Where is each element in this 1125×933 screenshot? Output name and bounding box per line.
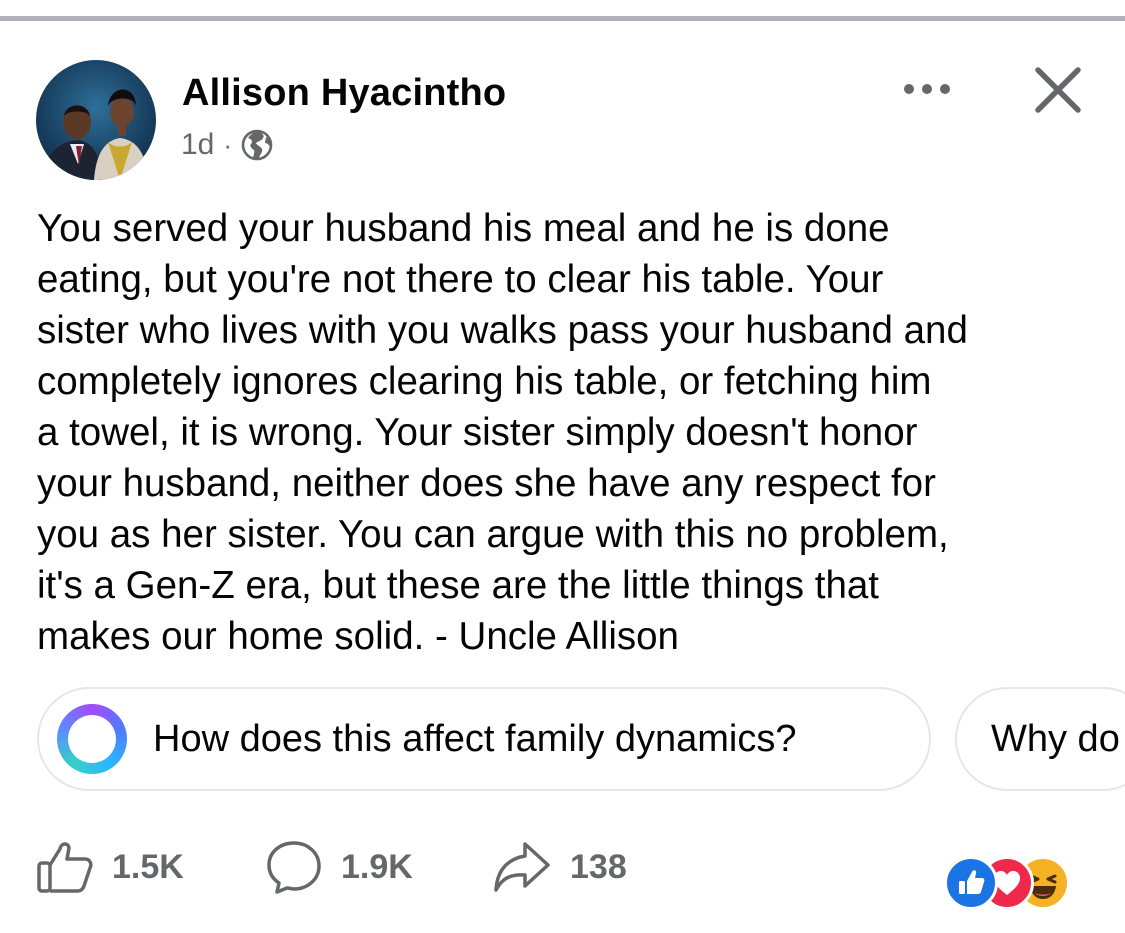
suggested-question-chip[interactable]: How does this affect family dynamics? [37,687,931,791]
reactions-summary[interactable] [944,856,1094,910]
share-count: 138 [570,847,627,886]
comment-button[interactable]: 1.9K [265,838,413,896]
close-icon[interactable] [1030,62,1086,118]
post-line: a towel, it is wrong. Your sister simply… [37,411,918,454]
like-count: 1.5K [112,847,184,886]
author-avatar[interactable] [36,60,156,180]
post-line: sister who lives with you walks pass you… [37,309,968,352]
meta-ai-icon [57,704,127,774]
post-line: completely ignores clearing his table, o… [37,360,932,403]
meta-separator: · [223,129,233,160]
post-line: makes our home solid. - Uncle Allison [37,615,679,658]
post-line: You served your husband his meal and he … [37,207,890,250]
post-line: you as her sister. You can argue with th… [37,513,949,556]
suggested-question-label: How does this affect family dynamics? [153,717,797,760]
post-line: eating, but you're not there to clear hi… [37,258,884,301]
globe-icon[interactable] [241,129,273,161]
comment-icon [267,841,321,894]
top-divider [0,16,1125,21]
post-body: You served your husband his meal and he … [37,203,1107,662]
post-line: it's a Gen-Z era, but these are the litt… [37,564,879,607]
like-reaction-icon [944,856,998,910]
post-line: your husband, neither does she have any … [37,462,936,505]
suggested-question-chip[interactable]: Why do [955,687,1125,791]
share-icon [494,842,550,892]
share-button[interactable]: 138 [492,838,627,896]
thumbs-up-icon [37,842,93,893]
like-button[interactable]: 1.5K [36,838,184,896]
suggested-question-label: Why do [991,717,1120,760]
post-meta: 1d · [181,128,273,162]
post-time[interactable]: 1d [181,128,214,162]
more-options-icon[interactable] [900,74,956,104]
comment-count: 1.9K [341,847,413,886]
author-name[interactable]: Allison Hyacintho [182,72,506,115]
